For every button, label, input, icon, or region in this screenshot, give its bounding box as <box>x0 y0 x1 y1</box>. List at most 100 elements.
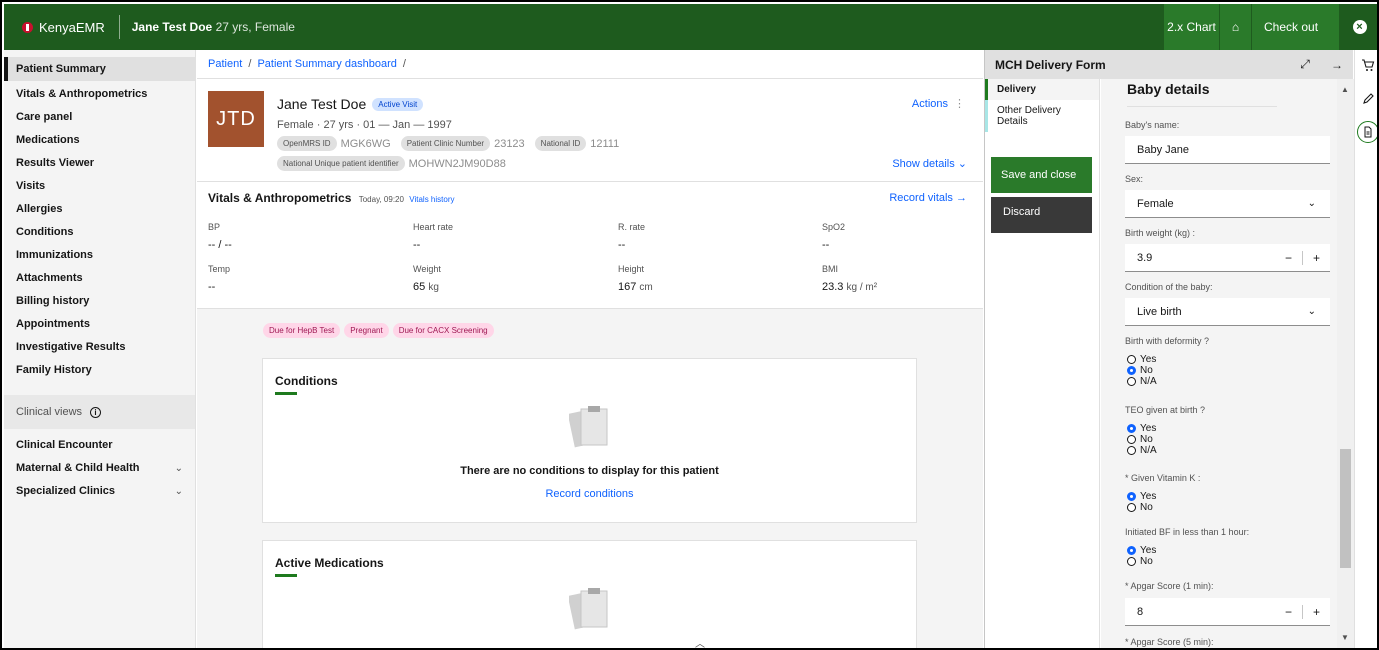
scrollbar-thumb[interactable] <box>1340 449 1351 568</box>
pen-icon[interactable] <box>1359 90 1377 108</box>
clinic-number-tag: Patient Clinic Number <box>400 136 491 151</box>
arrow-right-icon[interactable]: → <box>1321 50 1353 79</box>
app-name: KenyaEMR <box>39 19 105 35</box>
top-actions: 2.x Chart ⌂ Check out × <box>1163 4 1377 50</box>
close-icon: × <box>1352 20 1367 34</box>
form-page-delivery[interactable]: Delivery <box>985 79 1099 100</box>
vital-value: -- <box>618 239 626 251</box>
nav-item-patient-summary[interactable]: Patient Summary <box>4 57 195 81</box>
deformity-option-no[interactable]: No <box>1127 365 1157 376</box>
nav-item-allergies[interactable]: Allergies <box>4 198 195 221</box>
vital-value: -- / -- <box>208 239 232 251</box>
deformity-option-yes[interactable]: Yes <box>1127 354 1157 365</box>
actions-menu[interactable]: Actions ⋮ <box>912 97 965 110</box>
radio-label: No <box>1140 502 1153 513</box>
radio-label: No <box>1140 556 1153 567</box>
form-page-other-delivery-details[interactable]: Other Delivery Details <box>985 100 1099 132</box>
baby-condition-label: Condition of the baby: <box>1125 282 1213 292</box>
vital-temp: Temp -- <box>208 264 230 293</box>
chevron-up-icon[interactable]: ︿ <box>695 635 705 648</box>
title-underline <box>275 574 297 577</box>
record-vitals-button[interactable]: Record vitals → <box>889 192 967 204</box>
vital-value: 65 kg <box>413 281 441 293</box>
nav-item-billing-history[interactable]: Billing history <box>4 290 195 313</box>
nav-item-attachments[interactable]: Attachments <box>4 267 195 290</box>
active-visit-tag: Active Visit <box>372 97 424 111</box>
info-icon[interactable]: i <box>90 406 102 418</box>
vitamin-k-option-yes[interactable]: Yes <box>1127 491 1156 502</box>
breastfeeding-option-no[interactable]: No <box>1127 556 1156 567</box>
breadcrumb-patient[interactable]: Patient <box>208 58 242 70</box>
scroll-down-icon[interactable]: ▼ <box>1341 633 1349 642</box>
radio-label: N/A <box>1140 445 1157 456</box>
flag-cacx[interactable]: Due for CACX Screening <box>392 323 494 338</box>
teo-option-na[interactable]: N/A <box>1127 445 1157 456</box>
radio-icon <box>1127 557 1136 566</box>
sex-select[interactable]: Female ⌄ <box>1125 190 1330 218</box>
nav-item-conditions[interactable]: Conditions <box>4 221 195 244</box>
nav-item-clinical-encounter[interactable]: Clinical Encounter <box>4 434 195 457</box>
chevron-down-icon: ⌄ <box>1307 306 1316 317</box>
chevron-down-icon: ⌄ <box>1307 198 1316 209</box>
form-document-icon[interactable] <box>1357 121 1377 143</box>
nav-item-results-viewer[interactable]: Results Viewer <box>4 152 195 175</box>
form-scrollbar[interactable]: ▲ ▼ <box>1337 79 1354 648</box>
show-details-button[interactable]: Show details ⌄ <box>892 157 967 170</box>
close-patient-button[interactable]: × <box>1339 4 1377 50</box>
scroll-up-icon[interactable]: ▲ <box>1341 85 1349 94</box>
clinical-views-label: Clinical views <box>16 406 83 418</box>
nav-item-investigative-results[interactable]: Investigative Results <box>4 336 195 359</box>
baby-name-input[interactable]: Baby Jane <box>1125 136 1330 164</box>
nav-item-maternal-child-health[interactable]: Maternal & Child Health ⌄ <box>4 457 195 480</box>
vitals-history-link[interactable]: Vitals history <box>409 195 454 204</box>
nav-item-visits[interactable]: Visits <box>4 175 195 198</box>
decrement-icon[interactable]: − <box>1285 244 1292 272</box>
chart-2x-button[interactable]: 2.x Chart <box>1163 4 1219 50</box>
maximize-icon[interactable]: ⤢ <box>1289 50 1321 79</box>
app-logo[interactable]: KenyaEMR <box>4 4 119 50</box>
nav-item-immunizations[interactable]: Immunizations <box>4 244 195 267</box>
nav-item-specialized-clinics[interactable]: Specialized Clinics ⌄ <box>4 480 195 503</box>
breastfeeding-option-yes[interactable]: Yes <box>1127 545 1156 556</box>
deformity-option-na[interactable]: N/A <box>1127 376 1157 387</box>
chevron-down-icon: ⌄ <box>957 158 967 170</box>
vital-label: R. rate <box>618 222 646 232</box>
vital-weight: Weight 65 kg <box>413 264 441 293</box>
weight-unit: kg <box>428 282 439 293</box>
record-conditions-link[interactable]: Record conditions <box>263 488 916 500</box>
weight-value: 65 <box>413 281 426 293</box>
vital-label: Weight <box>413 264 441 274</box>
increment-icon[interactable]: + <box>1313 244 1320 272</box>
vitals-heading: Vitals & Anthropometrics <box>208 191 352 205</box>
vital-label: SpO2 <box>822 222 846 232</box>
vital-label: Temp <box>208 264 231 274</box>
save-and-close-button[interactable]: Save and close <box>991 157 1092 193</box>
nav-item-label: Maternal & Child Health <box>16 462 140 474</box>
cart-icon[interactable] <box>1359 56 1377 74</box>
nav-item-family-history[interactable]: Family History <box>4 359 195 382</box>
apgar-1min-input[interactable]: 8 − + <box>1125 598 1330 626</box>
teo-option-yes[interactable]: Yes <box>1127 423 1157 434</box>
flag-hepb[interactable]: Due for HepB Test <box>263 323 341 338</box>
birth-weight-input[interactable]: 3.9 − + <box>1125 244 1330 272</box>
home-button[interactable]: ⌂ <box>1219 4 1251 50</box>
teo-option-no[interactable]: No <box>1127 434 1157 445</box>
conditions-card: Conditions There are no conditions to di… <box>262 358 917 523</box>
nav-item-appointments[interactable]: Appointments <box>4 313 195 336</box>
apgar-5min-label: * Apgar Score (5 min): <box>1125 637 1214 647</box>
breadcrumb-summary-dashboard[interactable]: Patient Summary dashboard <box>257 58 396 70</box>
increment-icon[interactable]: + <box>1313 598 1320 626</box>
nav-item-vitals[interactable]: Vitals & Anthropometrics <box>4 83 195 106</box>
baby-condition-select[interactable]: Live birth ⌄ <box>1125 298 1330 326</box>
checkout-button[interactable]: Check out <box>1251 4 1339 50</box>
flag-pregnant[interactable]: Pregnant <box>344 323 389 338</box>
top-bar: KenyaEMR Jane Test Doe 27 yrs, Female 2.… <box>4 4 1377 50</box>
decrement-icon[interactable]: − <box>1285 598 1292 626</box>
vitamin-k-option-no[interactable]: No <box>1127 502 1156 513</box>
nav-item-medications[interactable]: Medications <box>4 129 195 152</box>
nav-item-care-panel[interactable]: Care panel <box>4 106 195 129</box>
discard-button[interactable]: Discard <box>991 197 1092 233</box>
openmrs-id-value: MGK6WG <box>340 137 391 150</box>
radio-selected-icon <box>1127 366 1136 375</box>
medications-title: Active Medications <box>275 556 384 570</box>
